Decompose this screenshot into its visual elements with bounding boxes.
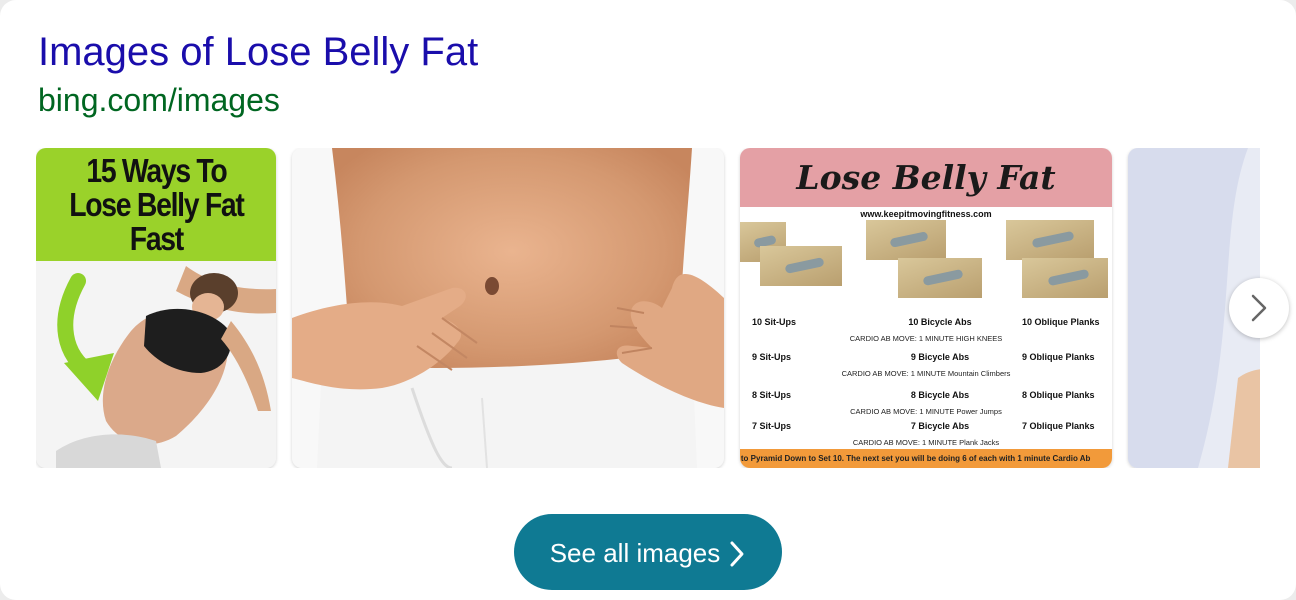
row-bicycle: 9 Bicycle Abs xyxy=(910,352,970,362)
result-source-url: bing.com/images xyxy=(38,82,280,118)
row-situps: 9 Sit-Ups xyxy=(752,352,792,362)
chevron-right-icon xyxy=(1251,294,1267,322)
carousel-next-button[interactable] xyxy=(1229,278,1289,338)
exercise-photo xyxy=(866,220,946,260)
row-planks: 9 Oblique Planks xyxy=(1022,352,1095,362)
row-bicycle: 8 Bicycle Abs xyxy=(910,390,970,400)
cardio-move: CARDIO AB MOVE: 1 MINUTE HIGH KNEES xyxy=(849,334,1003,343)
belly-photo xyxy=(292,148,724,468)
poster-row: 7 Sit-Ups 7 Bicycle Abs 7 Oblique Planks xyxy=(740,421,1112,435)
row-bicycle: 7 Bicycle Abs xyxy=(910,421,970,431)
fitness-woman-illustration xyxy=(36,261,276,468)
see-all-images-button[interactable]: See all images xyxy=(514,514,782,590)
poster-row: 8 Sit-Ups 8 Bicycle Abs 8 Oblique Planks xyxy=(740,390,1112,404)
exercise-photo xyxy=(760,246,842,286)
row-planks: 10 Oblique Planks xyxy=(1022,317,1100,327)
exercise-photo xyxy=(898,258,982,298)
row-planks: 8 Oblique Planks xyxy=(1022,390,1095,400)
poster-title: Lose Belly Fat xyxy=(796,158,1056,197)
chevron-right-icon xyxy=(730,541,744,567)
cardio-move: CARDIO AB MOVE: 1 MINUTE Power Jumps xyxy=(850,407,1002,416)
result-title-link[interactable]: Images of Lose Belly Fat xyxy=(38,30,478,75)
row-situps: 7 Sit-Ups xyxy=(752,421,792,431)
cardio-move: CARDIO AB MOVE: 1 MINUTE Plank Jacks xyxy=(852,438,1000,447)
image-thumbnail-workout-poster[interactable]: Lose Belly Fat www.keepitmovingfitness.c… xyxy=(740,148,1112,468)
image-thumbnail-15-ways[interactable]: 15 Ways To Lose Belly Fat Fast xyxy=(36,148,276,468)
banner-text: 15 Ways To Lose Belly Fat Fast xyxy=(68,151,245,257)
poster-row: 9 Sit-Ups 9 Bicycle Abs 9 Oblique Planks xyxy=(740,352,1112,366)
row-situps: 10 Sit-Ups xyxy=(752,317,797,327)
thumbnail-banner: 15 Ways To Lose Belly Fat Fast xyxy=(36,148,276,261)
image-carousel: 15 Ways To Lose Belly Fat Fast Lose Bell… xyxy=(36,148,1260,468)
poster-row: 10 Sit-Ups 10 Bicycle Abs 10 Oblique Pla… xyxy=(740,317,1112,331)
poster-header: Lose Belly Fat xyxy=(740,148,1112,207)
exercise-photo xyxy=(1006,220,1094,260)
row-planks: 7 Oblique Planks xyxy=(1022,421,1095,431)
cardio-move: CARDIO AB MOVE: 1 MINUTE Mountain Climbe… xyxy=(841,369,1011,378)
poster-footer: t to Pyramid Down to Set 10. The next se… xyxy=(740,449,1112,468)
row-situps: 8 Sit-Ups xyxy=(752,390,792,400)
exercise-photo xyxy=(1022,258,1108,298)
image-answer-card: Images of Lose Belly Fat bing.com/images… xyxy=(0,0,1296,600)
poster-url: www.keepitmovingfitness.com xyxy=(860,209,992,219)
row-bicycle: 10 Bicycle Abs xyxy=(908,317,972,327)
image-thumbnail-belly-photo[interactable] xyxy=(292,148,724,468)
